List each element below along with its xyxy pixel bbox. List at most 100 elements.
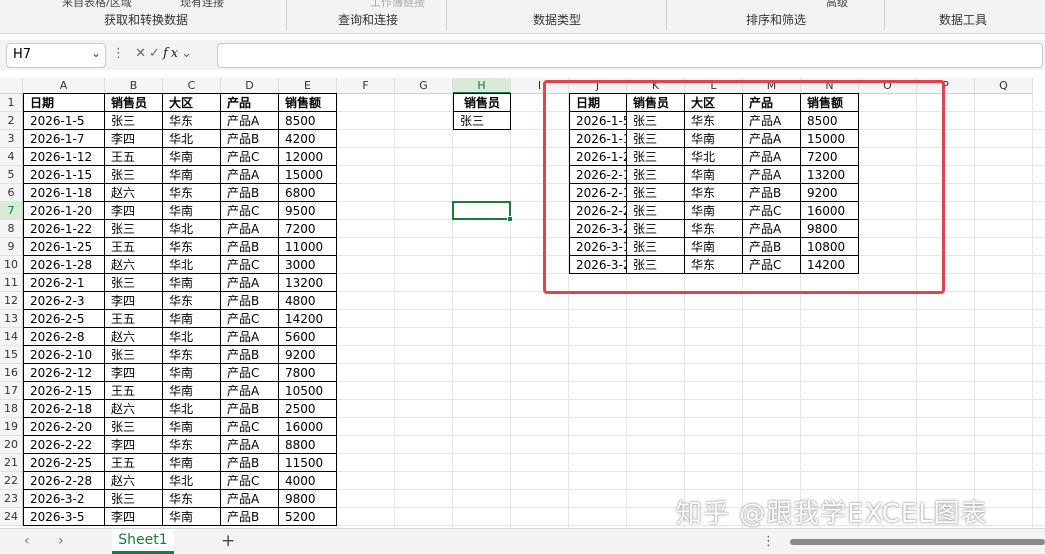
source-table-cell[interactable]: 张三 bbox=[105, 274, 163, 292]
row-header-15[interactable]: 15 bbox=[0, 346, 23, 364]
source-table-cell[interactable]: 王五 bbox=[105, 148, 163, 166]
source-table-cell[interactable]: 11000 bbox=[279, 238, 337, 256]
source-table-cell[interactable]: 王五 bbox=[105, 382, 163, 400]
row-header-13[interactable]: 13 bbox=[0, 310, 23, 328]
row-header-10[interactable]: 10 bbox=[0, 256, 23, 274]
source-table-cell[interactable]: 2026-2-5 bbox=[23, 310, 105, 328]
source-table-cell[interactable]: 产品C bbox=[221, 310, 279, 328]
source-table-cell[interactable]: 产品B bbox=[221, 184, 279, 202]
source-table-cell[interactable]: 华东 bbox=[163, 184, 221, 202]
insert-function-icon[interactable]: fx bbox=[163, 46, 181, 61]
source-table-cell[interactable]: 2026-2-15 bbox=[23, 382, 105, 400]
source-table-cell[interactable]: 9800 bbox=[279, 490, 337, 508]
source-table-cell[interactable]: 产品A bbox=[221, 436, 279, 454]
fill-handle[interactable] bbox=[507, 216, 513, 222]
source-table-header[interactable]: 日期 bbox=[23, 93, 105, 112]
source-table-cell[interactable]: 2026-1-18 bbox=[23, 184, 105, 202]
source-table-cell[interactable]: 华北 bbox=[163, 130, 221, 148]
row-header-14[interactable]: 14 bbox=[0, 328, 23, 346]
row-header-7[interactable]: 7 bbox=[0, 202, 23, 220]
source-table-cell[interactable]: 张三 bbox=[105, 220, 163, 238]
source-table-cell[interactable]: 2026-1-5 bbox=[23, 112, 105, 130]
row-header-21[interactable]: 21 bbox=[0, 454, 23, 472]
row-header-1[interactable]: 1 bbox=[0, 94, 23, 112]
confirm-icon[interactable]: ✓ bbox=[149, 46, 163, 61]
source-table-cell[interactable]: 4800 bbox=[279, 292, 337, 310]
source-table-cell[interactable]: 赵六 bbox=[105, 472, 163, 490]
row-header-12[interactable]: 12 bbox=[0, 292, 23, 310]
column-header-B[interactable]: B bbox=[105, 78, 163, 94]
column-header-C[interactable]: C bbox=[163, 78, 221, 94]
criteria-value[interactable]: 张三 bbox=[453, 112, 511, 130]
source-table-cell[interactable]: 李四 bbox=[105, 292, 163, 310]
source-table-cell[interactable]: 华南 bbox=[163, 364, 221, 382]
source-table-cell[interactable]: 4200 bbox=[279, 130, 337, 148]
source-table-cell[interactable]: 2026-2-8 bbox=[23, 328, 105, 346]
prev-sheet-icon[interactable]: ‹ bbox=[24, 533, 30, 549]
column-header-H[interactable]: H bbox=[453, 78, 511, 94]
ribbon-from-table-button[interactable]: 来自表格/区域 bbox=[62, 0, 132, 10]
source-table-cell[interactable]: 李四 bbox=[105, 508, 163, 526]
source-table-cell[interactable]: 华南 bbox=[163, 274, 221, 292]
source-table-cell[interactable]: 7200 bbox=[279, 220, 337, 238]
source-table-cell[interactable]: 王五 bbox=[105, 454, 163, 472]
source-table-cell[interactable]: 2500 bbox=[279, 400, 337, 418]
source-table-cell[interactable]: 华南 bbox=[163, 310, 221, 328]
source-table-cell[interactable]: 15000 bbox=[279, 166, 337, 184]
source-table-cell[interactable]: 2026-3-5 bbox=[23, 508, 105, 526]
row-header-18[interactable]: 18 bbox=[0, 400, 23, 418]
add-sheet-icon[interactable]: + bbox=[221, 531, 235, 551]
row-header-8[interactable]: 8 bbox=[0, 220, 23, 238]
source-table-cell[interactable]: 张三 bbox=[105, 346, 163, 364]
ribbon-workbook-links-button[interactable]: 工作簿链接 bbox=[370, 0, 425, 10]
source-table-cell[interactable]: 赵六 bbox=[105, 184, 163, 202]
source-table-cell[interactable]: 6800 bbox=[279, 184, 337, 202]
chevron-down-icon[interactable]: ⌄ bbox=[91, 46, 101, 60]
horizontal-scrollbar[interactable] bbox=[790, 539, 1045, 545]
source-table-cell[interactable]: 产品C bbox=[221, 418, 279, 436]
source-table-cell[interactable]: 华南 bbox=[163, 418, 221, 436]
source-table-cell[interactable]: 产品B bbox=[221, 454, 279, 472]
row-header-20[interactable]: 20 bbox=[0, 436, 23, 454]
source-table-cell[interactable]: 华东 bbox=[163, 346, 221, 364]
name-box[interactable]: H7 ⌄ bbox=[6, 43, 106, 68]
source-table-cell[interactable]: 华东 bbox=[163, 112, 221, 130]
source-table-cell[interactable]: 产品A bbox=[221, 328, 279, 346]
source-table-header[interactable]: 销售员 bbox=[105, 93, 163, 112]
source-table-cell[interactable]: 华南 bbox=[163, 508, 221, 526]
source-table-cell[interactable]: 华东 bbox=[163, 292, 221, 310]
source-table-cell[interactable]: 2026-2-20 bbox=[23, 418, 105, 436]
source-table-cell[interactable]: 2026-3-2 bbox=[23, 490, 105, 508]
source-table-cell[interactable]: 2026-1-15 bbox=[23, 166, 105, 184]
source-table-cell[interactable]: 2026-1-25 bbox=[23, 238, 105, 256]
row-header-5[interactable]: 5 bbox=[0, 166, 23, 184]
source-table-header[interactable]: 销售额 bbox=[279, 93, 337, 112]
source-table-cell[interactable]: 3000 bbox=[279, 256, 337, 274]
source-table-cell[interactable]: 华南 bbox=[163, 202, 221, 220]
row-header-23[interactable]: 23 bbox=[0, 490, 23, 508]
source-table-cell[interactable]: 华南 bbox=[163, 166, 221, 184]
source-table-cell[interactable]: 产品B bbox=[221, 292, 279, 310]
row-header-11[interactable]: 11 bbox=[0, 274, 23, 292]
selected-cell[interactable] bbox=[452, 201, 511, 220]
source-table-cell[interactable]: 华南 bbox=[163, 382, 221, 400]
row-header-17[interactable]: 17 bbox=[0, 382, 23, 400]
source-table-cell[interactable]: 华北 bbox=[163, 400, 221, 418]
source-table-cell[interactable]: 赵六 bbox=[105, 256, 163, 274]
source-table-cell[interactable]: 华南 bbox=[163, 148, 221, 166]
source-table-cell[interactable]: 10500 bbox=[279, 382, 337, 400]
source-table-cell[interactable]: 华北 bbox=[163, 256, 221, 274]
row-header-19[interactable]: 19 bbox=[0, 418, 23, 436]
next-sheet-icon[interactable]: › bbox=[58, 533, 64, 549]
source-table-cell[interactable]: 5200 bbox=[279, 508, 337, 526]
source-table-cell[interactable]: 2026-2-12 bbox=[23, 364, 105, 382]
source-table-cell[interactable]: 16000 bbox=[279, 418, 337, 436]
source-table-cell[interactable]: 产品A bbox=[221, 274, 279, 292]
row-header-24[interactable]: 24 bbox=[0, 508, 23, 526]
source-table-cell[interactable]: 华南 bbox=[163, 454, 221, 472]
source-table-cell[interactable]: 华北 bbox=[163, 328, 221, 346]
source-table-cell[interactable]: 8800 bbox=[279, 436, 337, 454]
row-header-22[interactable]: 22 bbox=[0, 472, 23, 490]
source-table-cell[interactable]: 2026-2-10 bbox=[23, 346, 105, 364]
source-table-cell[interactable]: 2026-2-25 bbox=[23, 454, 105, 472]
